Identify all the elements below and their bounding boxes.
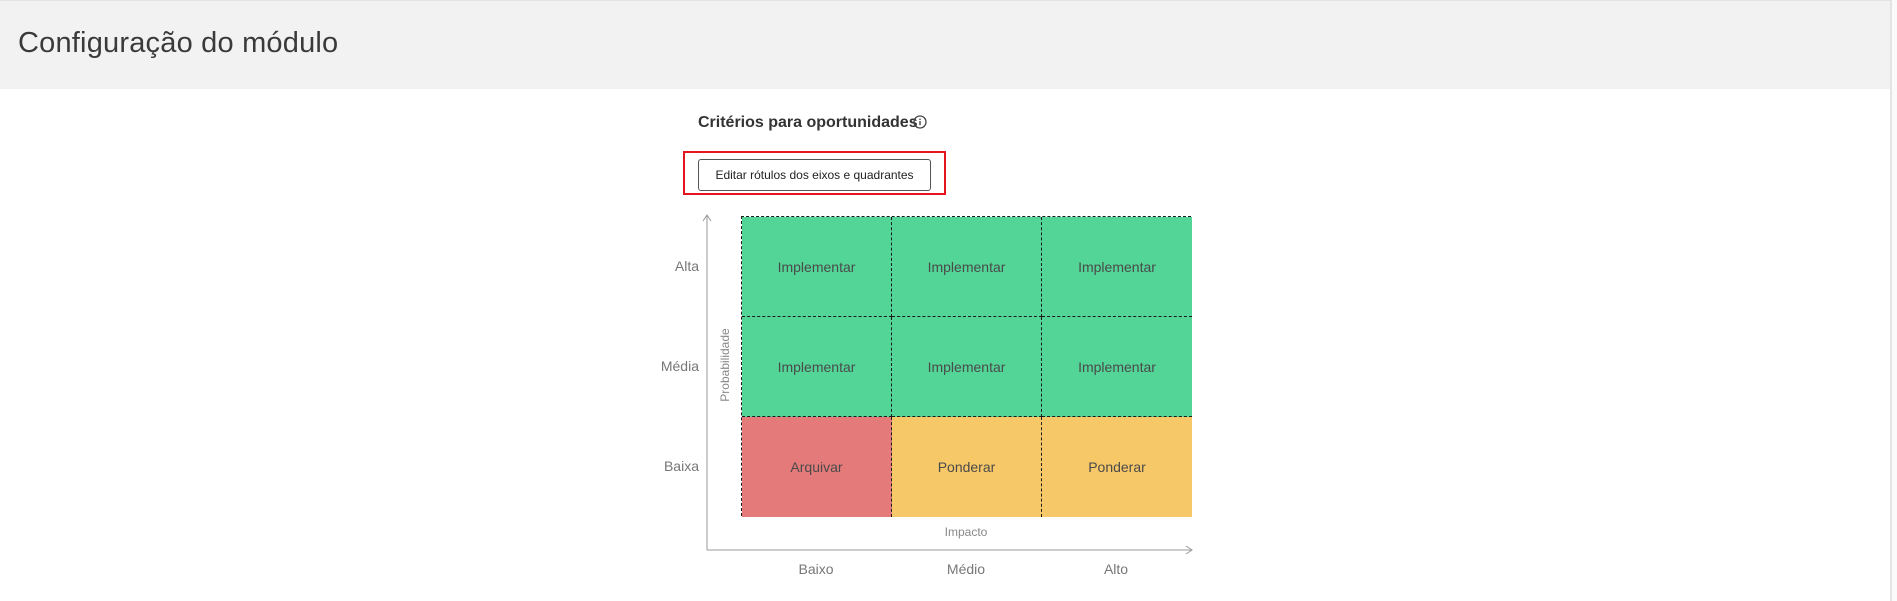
page-title: Configuração do módulo: [18, 27, 339, 59]
info-circle-icon[interactable]: [913, 115, 927, 129]
row-label-high: Alta: [674, 258, 699, 274]
matrix-cell[interactable]: Implementar: [892, 217, 1042, 317]
row-label-low: Baixa: [663, 458, 699, 474]
matrix-cell[interactable]: Ponderar: [892, 417, 1042, 517]
matrix-cell[interactable]: Implementar: [892, 317, 1042, 417]
page-header: Configuração do módulo: [0, 0, 1890, 89]
col-label-high: Alto: [1103, 561, 1129, 577]
matrix-cell[interactable]: Implementar: [1042, 317, 1192, 417]
edit-axis-labels-button[interactable]: Editar rótulos dos eixos e quadrantes: [698, 159, 931, 191]
scrollbar-track[interactable]: [1890, 0, 1897, 601]
matrix-cell[interactable]: Implementar: [742, 317, 892, 417]
matrix-cell[interactable]: Arquivar: [742, 417, 892, 517]
row-label-medium: Média: [660, 358, 699, 374]
col-label-medium: Médio: [946, 561, 986, 577]
section-title: Critérios para oportunidades: [698, 114, 918, 131]
col-label-low: Baixo: [798, 561, 834, 577]
y-axis-label: Probabilidade: [718, 328, 732, 402]
matrix-cell[interactable]: Implementar: [742, 217, 892, 317]
x-axis-label: Impacto: [944, 525, 988, 539]
opportunity-matrix: Implementar Implementar Implementar Impl…: [741, 216, 1192, 517]
matrix-cell[interactable]: Ponderar: [1042, 417, 1192, 517]
matrix-cell[interactable]: Implementar: [1042, 217, 1192, 317]
